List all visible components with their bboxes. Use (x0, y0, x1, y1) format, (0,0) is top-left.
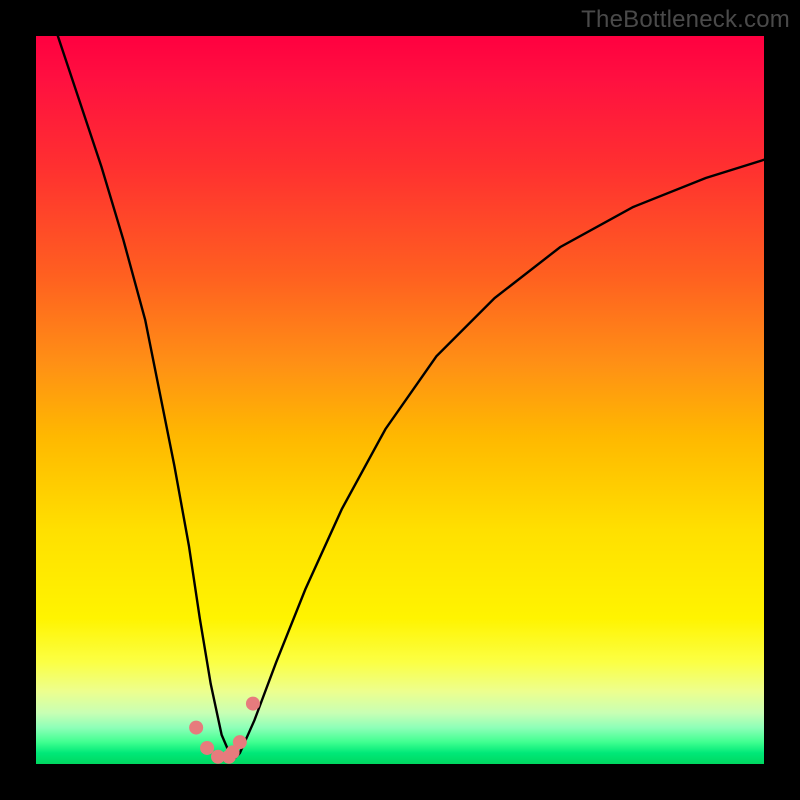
highlight-dot (200, 741, 214, 755)
highlight-dot (189, 721, 203, 735)
chart-frame: TheBottleneck.com (0, 0, 800, 800)
bottleneck-curve (36, 36, 764, 760)
highlight-dot (246, 697, 260, 711)
curve-svg (36, 36, 764, 764)
watermark-text: TheBottleneck.com (581, 6, 790, 34)
plot-area (36, 36, 764, 764)
highlight-dot (233, 735, 247, 749)
